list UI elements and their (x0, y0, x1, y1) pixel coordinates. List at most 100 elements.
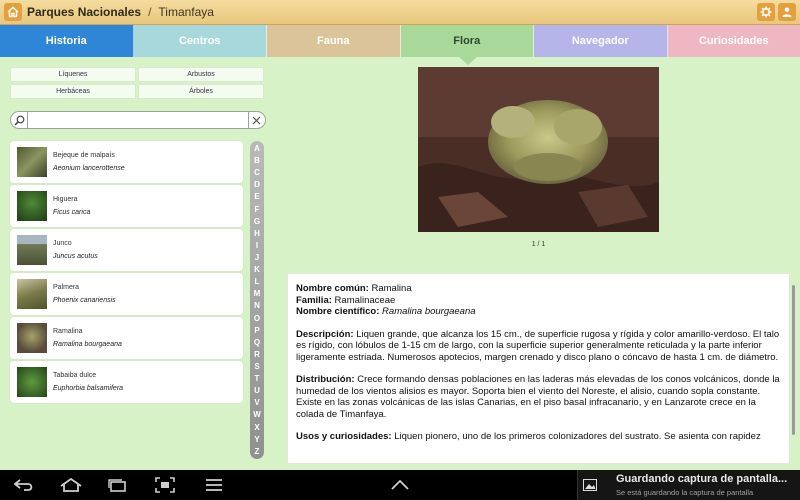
screenshot-button[interactable] (154, 476, 176, 494)
scientific-name: Euphorbia balsamifera (53, 385, 124, 392)
back-button[interactable] (12, 476, 36, 494)
action-bar: Parques Nacionales / Timanfaya (0, 0, 800, 25)
index-letter-s[interactable]: S (254, 361, 259, 372)
index-letter-y[interactable]: Y (254, 434, 259, 445)
index-letter-m[interactable]: M (254, 288, 261, 299)
search-icon[interactable] (12, 112, 28, 128)
search-input[interactable] (28, 113, 248, 127)
species-photo[interactable] (418, 67, 659, 232)
species-list: Bejeque de malpaís Aeonium lancerottense… (10, 141, 243, 405)
category-herbaceas-button[interactable]: Herbáceas (10, 84, 136, 99)
index-letter-c[interactable]: C (254, 167, 260, 178)
menu-button[interactable] (204, 476, 224, 494)
breadcrumb-current: Timanfaya (158, 5, 214, 19)
back-icon (13, 479, 33, 491)
user-button[interactable] (778, 3, 796, 21)
image-icon (583, 479, 597, 491)
clear-search-icon[interactable] (248, 112, 264, 128)
description-scrollbar[interactable] (792, 285, 795, 435)
index-letter-i[interactable]: I (256, 240, 258, 251)
index-letter-b[interactable]: B (254, 155, 260, 166)
index-letter-e[interactable]: E (254, 191, 259, 202)
chevron-up-icon (391, 480, 409, 490)
index-letter-h[interactable]: H (254, 228, 260, 239)
list-item-higuera[interactable]: Higuera Ficus carica (10, 185, 243, 227)
common-name-value: Ramalina (371, 283, 412, 294)
tab-navegador[interactable]: Navegador (534, 25, 668, 57)
recent-apps-icon (108, 479, 126, 492)
category-filter: Líquenes Arbustos Herbáceas Árboles (10, 67, 264, 99)
species-thumbnail (17, 323, 47, 353)
tab-curiosidades[interactable]: Curiosidades (667, 25, 800, 57)
common-name: Tabaiba dulce (53, 372, 97, 379)
description-label: Descripción: (296, 328, 354, 340)
home-button[interactable] (4, 3, 22, 21)
list-item-ramalina[interactable]: Ramalina Ramalina bourgaeana (10, 317, 243, 359)
species-thumbnail (17, 147, 47, 177)
active-tab-pointer (459, 57, 477, 65)
notification-title: Guardando captura de pantalla... (616, 473, 788, 485)
index-letter-z[interactable]: Z (255, 446, 260, 457)
tab-fauna[interactable]: Fauna (267, 25, 401, 57)
index-letter-d[interactable]: D (254, 179, 260, 190)
species-thumbnail (17, 279, 47, 309)
index-letter-f[interactable]: F (255, 204, 260, 215)
index-letter-w[interactable]: W (253, 409, 261, 420)
list-item-tabaiba[interactable]: Tabaiba dulce Euphorbia balsamifera (10, 361, 243, 403)
recent-apps-button[interactable] (105, 476, 129, 494)
description-text: Liquen grande, que alcanza los 15 cm., d… (296, 328, 780, 363)
index-letter-r[interactable]: R (254, 349, 260, 360)
index-letter-t[interactable]: T (255, 373, 260, 384)
index-letter-j[interactable]: J (255, 252, 259, 263)
index-letter-a[interactable]: A (254, 143, 260, 154)
list-item-palmera[interactable]: Palmera Phoenix canariensis (10, 273, 243, 315)
species-thumbnail (17, 191, 47, 221)
common-name: Ramalina (53, 328, 83, 335)
tab-flora[interactable]: Flora (400, 25, 534, 57)
category-arbustos-button[interactable]: Arbustos (138, 67, 264, 82)
breadcrumb-separator: / (148, 5, 152, 19)
index-letter-q[interactable]: Q (254, 337, 260, 348)
scientific-name: Ramalina bourgaeana (53, 341, 122, 348)
index-letter-p[interactable]: P (254, 325, 259, 336)
settings-button[interactable] (757, 3, 775, 21)
species-description[interactable]: Nombre común: Ramalina Familia: Ramalina… (287, 273, 790, 464)
tab-historia[interactable]: Historia (0, 25, 134, 57)
expand-button[interactable] (390, 476, 410, 494)
screenshot-icon (155, 477, 175, 493)
category-arboles-button[interactable]: Árboles (138, 84, 264, 99)
list-item-bejeque[interactable]: Bejeque de malpaís Aeonium lancerottense (10, 141, 243, 183)
index-letter-x[interactable]: X (254, 422, 259, 433)
species-thumbnail (17, 235, 47, 265)
common-name: Junco (53, 240, 72, 247)
index-letter-g[interactable]: G (254, 216, 260, 227)
index-letter-k[interactable]: K (254, 264, 260, 275)
image-counter: 1 / 1 (531, 241, 546, 248)
screenshot-notification[interactable]: Guardando captura de pantalla... Se está… (577, 470, 800, 500)
index-letter-n[interactable]: N (254, 300, 260, 311)
user-icon (782, 7, 792, 17)
family-value: Ramalinaceae (334, 294, 396, 306)
uses-label: Usos y curiosidades: (296, 431, 392, 442)
index-letter-o[interactable]: O (254, 313, 260, 324)
notification-subtitle: Se está guardando la captura de pantalla (616, 488, 754, 497)
distribution-text: Crece formando densas poblaciones en las… (296, 374, 780, 420)
search-box (10, 111, 266, 129)
index-letter-v[interactable]: V (254, 397, 259, 408)
index-letter-u[interactable]: U (254, 385, 260, 396)
family-label: Familia: (296, 294, 332, 306)
common-name: Palmera (53, 284, 80, 291)
scientific-name: Aeonium lancerottense (53, 165, 125, 172)
tab-centros[interactable]: Centros (133, 25, 267, 57)
home-icon (60, 478, 82, 492)
common-name: Higuera (53, 196, 78, 203)
index-letter-l[interactable]: L (255, 276, 260, 287)
settings-icon (760, 6, 772, 18)
alphabet-index[interactable]: ABCDEFGHIJKLMNOPQRSTUVWXYZ (250, 141, 264, 459)
scientific-name-label: Nombre científico: (296, 306, 380, 317)
nav-home-button[interactable] (58, 476, 84, 494)
list-item-junco[interactable]: Junco Juncus acutus (10, 229, 243, 271)
scientific-name-value: Ramalina bourgaeana (382, 306, 476, 317)
scientific-name: Juncus acutus (53, 253, 98, 260)
category-liquenes-button[interactable]: Líquenes (10, 67, 136, 82)
